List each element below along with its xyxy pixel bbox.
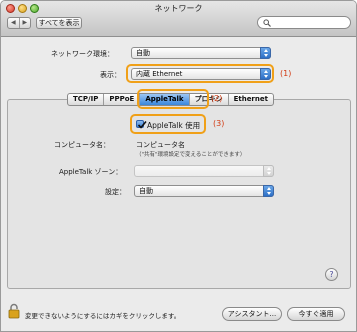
window-title: ネットワーク [154,4,203,13]
network-preferences-window: ネットワーク ◀ ▶ すべてを表示 ネットワーク環境： 自動 表示： 内蔵 Et… [0,0,357,332]
config-value: 自動 [139,187,153,195]
help-icon[interactable]: ? [325,268,338,281]
popup-arrows-icon [260,47,271,59]
titlebar: ネットワーク ◀ ▶ すべてを表示 [1,1,356,37]
popup-arrows-icon [263,185,274,197]
tab-ethernet[interactable]: Ethernet [229,94,273,105]
forward-arrow-icon[interactable]: ▶ [18,18,31,28]
environment-value: 自動 [136,49,150,57]
apply-now-button[interactable]: 今すぐ適用 [287,307,345,321]
callout-label-3: (3) [213,119,225,128]
search-icon [263,19,271,27]
config-label: 設定： [105,188,126,196]
config-popup[interactable]: 自動 [134,185,274,197]
environment-label: ネットワーク環境： [51,50,114,58]
tab-pppoe[interactable]: PPPoE [104,94,141,105]
checkmark-icon [137,120,147,129]
callout-label-1: (1) [280,69,292,78]
computer-name-label: コンピュータ名： [54,141,110,149]
show-value: 内蔵 Ethernet [136,70,183,78]
callout-label-2: (2) [211,94,223,103]
appletalk-use-label: AppleTalk 使用 [147,121,201,130]
popup-arrows-icon [263,165,274,177]
tab-tcpip[interactable]: TCP/IP [68,94,105,105]
show-all-button[interactable]: すべてを表示 [36,17,82,29]
lock-icon[interactable] [8,303,20,319]
callout-highlight-2 [137,89,209,109]
zone-popup[interactable] [134,165,274,177]
computer-name-note: （"共有"環境設定で変えることができます） [136,152,246,158]
back-arrow-icon[interactable]: ◀ [8,18,19,28]
appletalk-use-checkbox[interactable] [136,120,147,129]
computer-name-value: コンピュータ名 [136,141,185,149]
assistant-button[interactable]: アシスタント... [222,307,282,321]
back-forward-control[interactable]: ◀ ▶ [7,17,31,29]
zone-label: AppleTalk ゾーン： [59,168,123,176]
lock-hint-text: 変更できないようにするにはカギをクリックします。 [25,312,181,320]
search-field[interactable] [257,16,351,29]
environment-popup[interactable]: 自動 [131,47,271,59]
show-popup[interactable]: 内蔵 Ethernet [131,68,271,80]
show-label: 表示： [100,71,121,79]
popup-arrows-icon [260,68,271,80]
